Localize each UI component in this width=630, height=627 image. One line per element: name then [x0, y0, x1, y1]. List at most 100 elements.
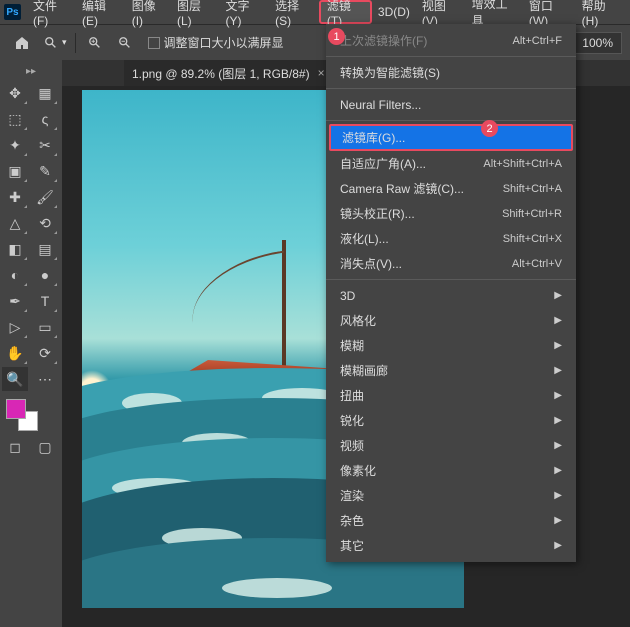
tool-clone[interactable]: △	[2, 211, 28, 235]
menu-file[interactable]: 文件(F)	[27, 0, 76, 24]
tool-marquee-rect[interactable]: ⬚	[2, 107, 28, 131]
tool-spot-heal[interactable]: ✚	[2, 185, 28, 209]
menu-item-label: 上次滤镜操作(F)	[340, 32, 427, 49]
menu-separator	[326, 279, 576, 280]
menu-item-2[interactable]: 转换为智能滤镜(S)	[326, 60, 576, 85]
left-toolbar: ▸▸ ✥▦⬚ς✦✂▣✎✚🖌△⟲◧▤◐●✒T▷▭✋⟳🔍⋯ ◻ ▢	[0, 60, 62, 627]
tool-eraser[interactable]: ◧	[2, 237, 28, 261]
menu-help[interactable]: 帮助(H)	[576, 0, 626, 24]
menu-item-15[interactable]: 模糊 ▶	[326, 333, 576, 358]
tool-lasso[interactable]: ς	[32, 107, 58, 131]
menu-image[interactable]: 图像(I)	[126, 0, 171, 24]
tool-rectangle[interactable]: ▭	[32, 315, 58, 339]
menu-item-17[interactable]: 扭曲 ▶	[326, 383, 576, 408]
menu-item-label: Camera Raw 滤镜(C)...	[340, 180, 464, 197]
menu-item-10[interactable]: 液化(L)... Shift+Ctrl+X	[326, 226, 576, 251]
chevron-down-icon: ▾	[62, 37, 67, 48]
home-icon[interactable]	[8, 29, 36, 57]
tool-history-brush[interactable]: ⟲	[32, 211, 58, 235]
menu-item-label: 镜头校正(R)...	[340, 205, 415, 222]
menu-item-4[interactable]: Neural Filters...	[326, 92, 576, 117]
tool-edit-toolbar[interactable]: ⋯	[32, 367, 58, 391]
tool-eyedropper[interactable]: ✎	[32, 159, 58, 183]
menu-item-23[interactable]: 其它 ▶	[326, 533, 576, 558]
menu-item-label: 视频	[340, 437, 364, 454]
zoom-tool-preset[interactable]: ▾	[44, 36, 67, 50]
menu-layer[interactable]: 图层(L)	[171, 0, 219, 24]
menu-select[interactable]: 选择(S)	[269, 0, 319, 24]
menu-item-label: 液化(L)...	[340, 230, 389, 247]
menu-item-label: 3D	[340, 289, 355, 303]
menu-item-7[interactable]: 自适应广角(A)...Alt+Shift+Ctrl+A	[326, 151, 576, 176]
tool-path-select[interactable]: ▷	[2, 315, 28, 339]
menu-item-13[interactable]: 3D▶	[326, 283, 576, 308]
resize-window-checkbox[interactable]	[148, 37, 160, 49]
tool-type[interactable]: T	[32, 289, 58, 313]
tool-crop[interactable]: ✂	[32, 133, 58, 157]
app-icon: Ps	[4, 4, 21, 20]
submenu-arrow-icon: ▶	[554, 340, 562, 351]
menu-item-label: 风格化	[340, 312, 376, 329]
submenu-arrow-icon: ▶	[554, 490, 562, 501]
tool-zoom[interactable]: 🔍	[2, 367, 28, 391]
menubar: Ps 文件(F) 编辑(E) 图像(I) 图层(L) 文字(Y) 选择(S) 滤…	[0, 0, 630, 24]
menu-edit[interactable]: 编辑(E)	[76, 0, 126, 24]
menu-item-19[interactable]: 视频▶	[326, 433, 576, 458]
menu-item-label: 锐化	[340, 412, 364, 429]
menu-item-label: 杂色	[340, 512, 364, 529]
menu-item-16[interactable]: 模糊画廊▶	[326, 358, 576, 383]
menu-plugins[interactable]: 增效工具	[466, 0, 523, 24]
tool-gradient[interactable]: ▤	[32, 237, 58, 261]
foreground-color-swatch[interactable]	[6, 399, 26, 419]
zoom-percent[interactable]: 100%	[573, 32, 622, 54]
menu-item-label: 消失点(V)...	[340, 255, 402, 272]
menu-item-0: 上次滤镜操作(F) Alt+Ctrl+F	[326, 28, 576, 53]
tool-frame[interactable]: ▣	[2, 159, 28, 183]
color-swatches[interactable]	[0, 393, 62, 433]
menu-item-18[interactable]: 锐化 ▶	[326, 408, 576, 433]
zoom-in-icon[interactable]	[84, 34, 106, 52]
submenu-arrow-icon: ▶	[554, 415, 562, 426]
toolbar-grip-icon[interactable]: ▸▸	[0, 64, 62, 79]
submenu-arrow-icon: ▶	[554, 465, 562, 476]
menu-item-label: 模糊	[340, 337, 364, 354]
menu-view[interactable]: 视图(V)	[416, 0, 466, 24]
tool-artboard[interactable]: ▦	[32, 81, 58, 105]
menu-item-label: 其它	[340, 537, 364, 554]
tool-hand[interactable]: ✋	[2, 341, 28, 365]
menu-item-label: 扭曲	[340, 387, 364, 404]
tool-brush[interactable]: 🖌	[32, 185, 58, 209]
menu-type[interactable]: 文字(Y)	[219, 0, 269, 24]
quick-mask-icon[interactable]: ◻	[2, 435, 28, 459]
tool-move[interactable]: ✥	[2, 81, 28, 105]
submenu-arrow-icon: ▶	[554, 390, 562, 401]
tool-blur[interactable]: ◐	[2, 263, 28, 287]
menu-item-9[interactable]: 镜头校正(R)...Shift+Ctrl+R	[326, 201, 576, 226]
menu-item-8[interactable]: Camera Raw 滤镜(C)... Shift+Ctrl+A	[326, 176, 576, 201]
document-tab[interactable]: 1.png @ 89.2% (图层 1, RGB/8#) ×	[124, 60, 333, 86]
menu-item-6[interactable]: 滤镜库(G)...	[329, 124, 573, 151]
tool-pen[interactable]: ✒	[2, 289, 28, 313]
tool-rotate[interactable]: ⟳	[32, 341, 58, 365]
menu-3d[interactable]: 3D(D)	[372, 0, 416, 24]
menu-item-21[interactable]: 渲染▶	[326, 483, 576, 508]
menu-shortcut: Shift+Ctrl+A	[503, 183, 562, 195]
close-icon[interactable]: ×	[318, 66, 325, 80]
annotation-badge-1: 1	[328, 28, 345, 45]
menu-item-11[interactable]: 消失点(V)...Alt+Ctrl+V	[326, 251, 576, 276]
tool-quick-select[interactable]: ✦	[2, 133, 28, 157]
menu-item-label: Neural Filters...	[340, 98, 421, 112]
menu-shortcut: Alt+Ctrl+F	[512, 35, 562, 47]
menu-item-20[interactable]: 像素化▶	[326, 458, 576, 483]
menu-separator	[326, 88, 576, 89]
menu-shortcut: Shift+Ctrl+X	[503, 233, 562, 245]
zoom-out-icon[interactable]	[114, 34, 136, 52]
menu-item-22[interactable]: 杂色▶	[326, 508, 576, 533]
menu-item-14[interactable]: 风格化▶	[326, 308, 576, 333]
submenu-arrow-icon: ▶	[554, 540, 562, 551]
resize-window-label: 调整窗口大小以满屏显	[164, 34, 284, 51]
menu-window[interactable]: 窗口(W)	[523, 0, 576, 24]
tool-dodge[interactable]: ●	[32, 263, 58, 287]
screen-mode-icon[interactable]: ▢	[32, 435, 58, 459]
menu-filter[interactable]: 滤镜(T)	[319, 0, 372, 24]
